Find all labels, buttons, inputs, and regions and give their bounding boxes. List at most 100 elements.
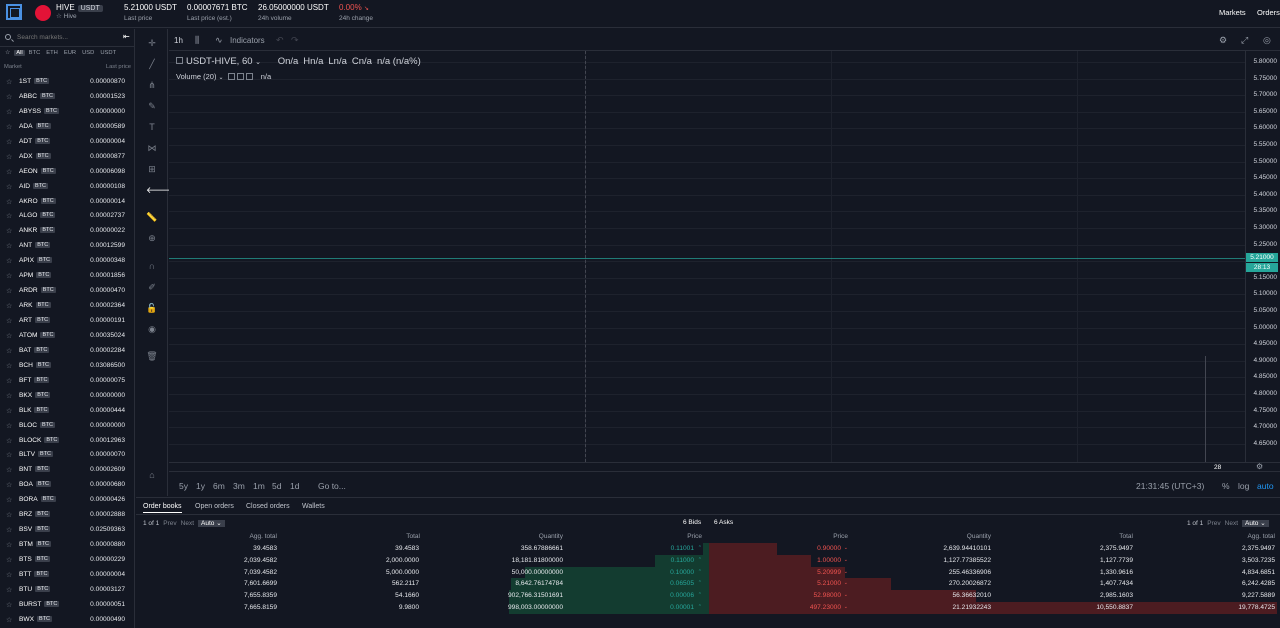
range-5y[interactable]: 5y: [179, 481, 188, 491]
market-row[interactable]: ☆ AID BTC 0.00000108: [0, 180, 135, 195]
market-row[interactable]: ☆ ARDR BTC 0.00000470: [0, 284, 135, 299]
star-icon[interactable]: ☆: [6, 407, 12, 415]
star-icon[interactable]: ☆: [6, 108, 12, 116]
star-icon[interactable]: ☆: [6, 317, 12, 325]
eye-icon[interactable]: ◉: [146, 323, 158, 335]
tab-wallets[interactable]: Wallets: [302, 503, 325, 510]
star-icon[interactable]: ☆: [6, 93, 12, 101]
auto-toggle[interactable]: auto: [1257, 481, 1274, 491]
market-row[interactable]: ☆ ALGO BTC 0.00002737: [0, 209, 135, 224]
star-icon[interactable]: ☆: [6, 586, 12, 594]
market-row[interactable]: ☆ ART BTC 0.00000191: [0, 314, 135, 329]
ruler-icon[interactable]: 📏: [146, 211, 158, 223]
symbol-interval[interactable]: USDT-HIVE, 60: [186, 56, 253, 67]
star-icon[interactable]: ☆: [6, 392, 12, 400]
star-icon[interactable]: ☆: [6, 601, 12, 609]
market-row[interactable]: ☆ BLOC BTC 0.00000000: [0, 419, 135, 434]
market-row[interactable]: ☆ BURST BTC 0.00000051: [0, 598, 135, 613]
ask-row[interactable]: 52.98000 ⌄ 56.36632010 2,985.1603 9,227.5889: [136, 590, 1280, 602]
indicators-icon[interactable]: ∿: [215, 35, 223, 46]
fullscreen-icon[interactable]: ⤢: [1241, 35, 1248, 46]
star-icon[interactable]: ☆: [6, 556, 12, 564]
zoom-icon[interactable]: ⊕: [146, 232, 158, 244]
bids-next-button[interactable]: Next: [181, 520, 194, 527]
redo-icon[interactable]: ↷: [291, 35, 299, 46]
volume-study-label[interactable]: Volume (20): [176, 72, 216, 81]
market-row[interactable]: ☆ AEON BTC 0.00006098: [0, 165, 135, 180]
ask-row[interactable]: 5.20999 ⌄ 255.46336906 1,330.9616 4,834.6851: [136, 567, 1280, 579]
star-icon[interactable]: ☆: [6, 481, 12, 489]
col-last-price[interactable]: Last price: [106, 64, 131, 70]
star-icon[interactable]: ☆: [6, 227, 12, 235]
market-row[interactable]: ☆ BKX BTC 0.00000000: [0, 389, 135, 404]
filter-eur[interactable]: EUR: [62, 50, 78, 56]
chart-clock[interactable]: 21:31:45 (UTC+3): [1136, 481, 1204, 491]
market-row[interactable]: ☆ ADT BTC 0.00000004: [0, 135, 135, 150]
star-icon[interactable]: ☆: [6, 347, 12, 355]
star-icon[interactable]: ☆: [6, 272, 12, 280]
timeframe-button[interactable]: 1h: [174, 36, 183, 45]
filter-all[interactable]: All: [14, 50, 25, 56]
magnet-icon[interactable]: ∩: [146, 260, 158, 272]
star-icon[interactable]: ☆: [6, 377, 12, 385]
undo-icon[interactable]: ↶: [276, 35, 284, 46]
asks-grouping-select[interactable]: Auto ⌄: [1242, 520, 1269, 527]
market-row[interactable]: ☆ BTS BTC 0.00000229: [0, 553, 135, 568]
collapse-left-icon[interactable]: ⇤: [123, 32, 130, 41]
range-6m[interactable]: 6m: [213, 481, 225, 491]
forecast-icon[interactable]: ⊞: [146, 163, 158, 175]
pair-selector[interactable]: HIVE USDT: [56, 3, 103, 12]
tab-closed-orders[interactable]: Closed orders: [246, 503, 290, 510]
star-icon[interactable]: ☆: [6, 451, 12, 459]
market-row[interactable]: ☆ BTT BTC 0.00000004: [0, 568, 135, 583]
study-hide-icon[interactable]: [227, 73, 235, 80]
tab-order-books[interactable]: Order books: [143, 503, 182, 513]
market-row[interactable]: ☆ BNT BTC 0.00002609: [0, 463, 135, 478]
market-row[interactable]: ☆ BORA BTC 0.00000426: [0, 493, 135, 508]
market-row[interactable]: ☆ ADX BTC 0.00000877: [0, 150, 135, 165]
market-row[interactable]: ☆ 1ST BTC 0.00000870: [0, 75, 135, 90]
filter-btc[interactable]: BTC: [27, 50, 43, 56]
tab-open-orders[interactable]: Open orders: [195, 503, 234, 510]
market-row[interactable]: ☆ ADA BTC 0.00000589: [0, 120, 135, 135]
star-icon[interactable]: ☆: [6, 511, 12, 519]
star-icon[interactable]: ☆: [6, 287, 12, 295]
market-row[interactable]: ☆ ABBC BTC 0.00001523: [0, 90, 135, 105]
filter-star-icon[interactable]: ☆: [3, 50, 12, 56]
range-1y[interactable]: 1y: [196, 481, 205, 491]
goto-button[interactable]: Go to...: [318, 481, 346, 491]
star-icon[interactable]: ☆: [6, 526, 12, 534]
market-row[interactable]: ☆ ANT BTC 0.00012599: [0, 239, 135, 254]
ask-row[interactable]: 0.90000 ⌄ 2,639.94410101 2,375.9497 2,375.94…: [136, 543, 1280, 555]
market-row[interactable]: ☆ APIX BTC 0.00000348: [0, 254, 135, 269]
crosshair-icon[interactable]: ✛: [146, 37, 158, 49]
star-icon[interactable]: ☆: [6, 123, 12, 131]
fib-icon[interactable]: ⋔: [146, 79, 158, 91]
star-icon[interactable]: ☆: [6, 541, 12, 549]
star-icon[interactable]: ☆: [6, 212, 12, 220]
market-row[interactable]: ☆ ABYSS BTC 0.00000000: [0, 105, 135, 120]
bids-prev-button[interactable]: Prev: [163, 520, 176, 527]
study-close-icon[interactable]: [245, 73, 253, 80]
market-row[interactable]: ☆ BSV BTC 0.02509363: [0, 523, 135, 538]
trash-icon[interactable]: 🗑: [146, 350, 158, 362]
candle-type-icon[interactable]: ⫼: [195, 35, 199, 46]
lock-icon[interactable]: 🔓: [146, 302, 158, 314]
chevron-down-icon[interactable]: ⌄: [255, 59, 261, 66]
star-icon[interactable]: ☆: [6, 78, 12, 86]
market-row[interactable]: ☆ BOA BTC 0.00000680: [0, 478, 135, 493]
bids-grouping-select[interactable]: Auto ⌄: [198, 520, 225, 527]
market-row[interactable]: ☆ ARK BTC 0.00002364: [0, 299, 135, 314]
range-1m[interactable]: 1m: [253, 481, 265, 491]
chart-plot-area[interactable]: [169, 51, 1245, 462]
search-input[interactable]: [17, 34, 117, 41]
market-row[interactable]: ☆ BWX BTC 0.00000490: [0, 613, 135, 628]
star-icon[interactable]: ☆: [6, 257, 12, 265]
arrow-left-icon[interactable]: 🡐: [146, 184, 170, 196]
star-icon[interactable]: ☆: [6, 422, 12, 430]
market-row[interactable]: ☆ BRZ BTC 0.00002888: [0, 508, 135, 523]
time-axis[interactable]: 28 ⚙: [169, 462, 1280, 471]
market-row[interactable]: ☆ BLOCK BTC 0.00012963: [0, 434, 135, 449]
log-toggle[interactable]: log: [1238, 481, 1249, 491]
trend-line-icon[interactable]: ╱: [146, 58, 158, 70]
